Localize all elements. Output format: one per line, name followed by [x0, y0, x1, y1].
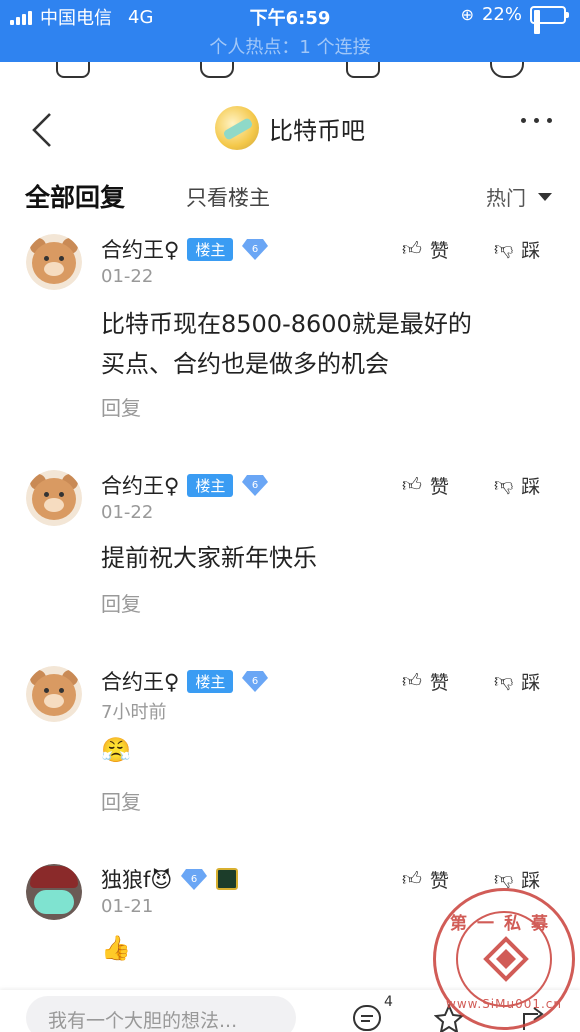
level-badge-icon: 6 [180, 867, 208, 891]
owner-badge: 楼主 [187, 237, 234, 261]
forum-logo [215, 106, 259, 150]
like-button[interactable]: 👍︎ 赞 [402, 866, 449, 893]
avatar[interactable] [26, 470, 82, 526]
post-content: 提前祝大家新年快乐 [101, 544, 317, 572]
battery-percent: 22% [481, 4, 522, 25]
thumb-up-icon: 👍︎ [402, 868, 422, 890]
hotspot-banner[interactable]: 个人热点：1 个连接 [0, 33, 580, 59]
svg-text:6: 6 [252, 676, 258, 687]
thumb-up-icon: 👍︎ [402, 238, 422, 260]
post-time: 01-21 [101, 896, 154, 917]
nav-bar: 比特币吧 [0, 90, 580, 168]
username[interactable]: 独狼f😈 [101, 864, 172, 894]
dislike-button[interactable]: 👎︎ 踩 [494, 472, 540, 499]
thumb-down-icon: 👎︎ [494, 670, 514, 692]
battery-icon [530, 5, 569, 34]
watermark-top: 第一私募 [450, 914, 558, 934]
like-button[interactable]: 👍︎ 赞 [402, 668, 449, 695]
svg-text:6: 6 [252, 480, 258, 491]
level-badge-icon: 6 [241, 237, 269, 261]
thumb-up-icon: 👍︎ [402, 670, 422, 692]
watermark-bottom: www.SiMu001.cn [446, 997, 562, 1011]
status-bar: 中国电信 4G 下午6:59 ⊕ 22% 个人热点：1 个连接 [0, 0, 580, 62]
medal-icon [216, 868, 239, 890]
post-content: 比特币现在8500-8600就是最好的 买点、合约也是做多的机会 [101, 310, 472, 378]
emoji-sticker: 😤 [101, 736, 131, 764]
reply-tabs: 全部回复 只看楼主 热门 [0, 168, 580, 226]
reply-link[interactable]: 回复 [101, 588, 141, 617]
dislike-button[interactable]: 👎︎ 踩 [494, 668, 540, 695]
thumb-down-icon: 👎︎ [494, 238, 514, 260]
tab-all-replies[interactable]: 全部回复 [25, 178, 125, 214]
caret-down-icon [538, 192, 552, 201]
thumb-down-icon: 👎︎ [494, 474, 514, 496]
dislike-button[interactable]: 👎︎ 踩 [494, 236, 540, 263]
username[interactable]: 合约王♀ [101, 234, 179, 264]
post-time: 01-22 [101, 266, 154, 287]
reply-link[interactable]: 回复 [101, 786, 141, 815]
username[interactable]: 合约王♀ [101, 470, 179, 500]
avatar[interactable] [26, 666, 82, 722]
avatar[interactable] [26, 234, 82, 290]
owner-badge: 楼主 [187, 473, 234, 497]
reply-link[interactable]: 回复 [101, 392, 141, 421]
owner-badge: 楼主 [187, 669, 234, 693]
sort-dropdown[interactable]: 热门 [486, 182, 552, 211]
watermark-logo-icon [483, 936, 529, 982]
forum-title[interactable]: 比特币吧 [269, 111, 365, 146]
svg-text:6: 6 [191, 874, 197, 885]
post-time: 01-22 [101, 502, 154, 523]
rotation-lock-icon: ⊕ [460, 5, 474, 24]
post-time: 7小时前 [101, 702, 167, 723]
comment-count: 4 [384, 994, 393, 1010]
like-button[interactable]: 👍︎ 赞 [402, 236, 449, 263]
watermark-stamp: 第一私募 www.SiMu001.cn [433, 888, 575, 1030]
more-dots-icon[interactable] [521, 118, 552, 123]
username[interactable]: 合约王♀ [101, 666, 179, 696]
sort-label: 热门 [486, 186, 526, 210]
emoji-sticker: 👍 [101, 934, 131, 962]
like-button[interactable]: 👍︎ 赞 [402, 472, 449, 499]
reply-input[interactable]: 我有一个大胆的想法... [26, 996, 296, 1032]
avatar[interactable] [26, 864, 82, 920]
tab-owner-only[interactable]: 只看楼主 [186, 182, 270, 212]
level-badge-icon: 6 [241, 473, 269, 497]
svg-text:6: 6 [252, 244, 258, 255]
comment-icon[interactable] [352, 1004, 382, 1032]
thumb-up-icon: 👍︎ [402, 474, 422, 496]
level-badge-icon: 6 [241, 669, 269, 693]
peek-toolbar [0, 62, 580, 90]
